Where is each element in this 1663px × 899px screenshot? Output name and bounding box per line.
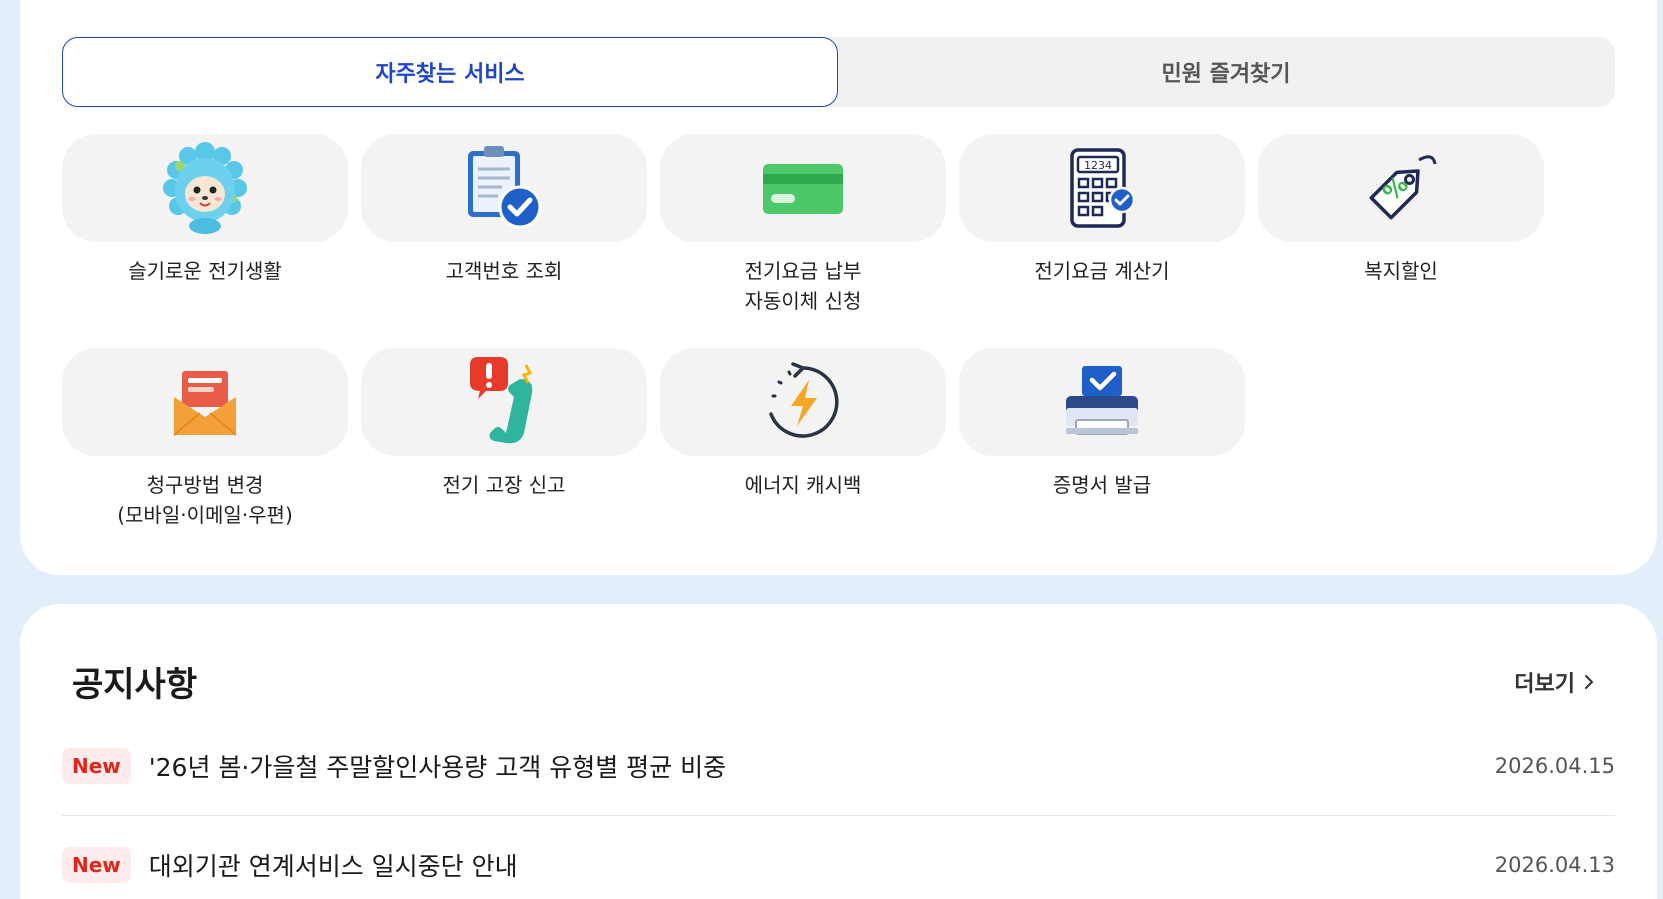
- envelope-icon: [173, 371, 237, 436]
- service-label: 에너지 캐시백: [744, 473, 862, 497]
- credit-card-icon: [763, 164, 843, 214]
- more-link[interactable]: 더보기: [1514, 666, 1595, 698]
- notice-item[interactable]: New 대외기관 연계서비스 일시중단 안내 2026.04.13: [62, 840, 1615, 890]
- service-label: 전기 고장 신고: [442, 473, 566, 497]
- calculator-icon: 1234: [1070, 148, 1136, 228]
- service-welfare-discount[interactable]: % 복지할인: [1258, 134, 1544, 286]
- service-label: 슬기로운 전기생활: [128, 259, 282, 283]
- discount-tag-icon: %: [1369, 155, 1437, 220]
- phone-alert-icon: [470, 357, 533, 444]
- service-tabs: 자주찾는 서비스 민원 즐겨찾기: [62, 37, 1615, 107]
- new-badge: New: [62, 847, 131, 883]
- service-label: 전기요금 계산기: [1034, 259, 1170, 283]
- service-label: 청구방법 변경 (모바일·이메일·우편): [117, 473, 293, 527]
- service-label: 증명서 발급: [1052, 473, 1152, 497]
- notice-item-date: 2026.04.15: [1494, 754, 1615, 778]
- clipboard-check-icon: [468, 146, 542, 229]
- service-label: 고객번호 조회: [445, 259, 563, 283]
- tab-frequent-services[interactable]: 자주찾는 서비스: [62, 37, 838, 107]
- service-smart-electric-life[interactable]: 슬기로운 전기생활: [62, 134, 348, 286]
- notice-item-title: '26년 봄·가을철 주말할인사용량 고객 유형별 평균 비중: [148, 753, 727, 782]
- hedgehog-mascot-icon: [163, 142, 247, 234]
- svg-text:1234: 1234: [1084, 159, 1112, 172]
- service-customer-number-lookup[interactable]: 고객번호 조회: [361, 134, 647, 286]
- service-label: 복지할인: [1364, 259, 1438, 283]
- service-energy-cashback[interactable]: 에너지 캐시백: [660, 348, 946, 500]
- notice-item-date: 2026.04.13: [1494, 853, 1615, 877]
- tab-favorite-complaints[interactable]: 민원 즐겨찾기: [838, 37, 1614, 107]
- service-bill-calculator[interactable]: 1234 전기요금 계산기: [959, 134, 1245, 286]
- new-badge: New: [62, 748, 131, 784]
- service-auto-payment[interactable]: 전기요금 납부 자동이체 신청: [660, 134, 946, 316]
- more-label: 더보기: [1514, 672, 1575, 697]
- notice-item[interactable]: New '26년 봄·가을철 주말할인사용량 고객 유형별 평균 비중 2026…: [62, 741, 1615, 791]
- service-billing-method-change[interactable]: 청구방법 변경 (모바일·이메일·우편): [62, 348, 348, 530]
- service-label: 전기요금 납부 자동이체 신청: [744, 259, 862, 313]
- energy-cashback-icon: [769, 362, 839, 438]
- notice-title: 공지사항: [72, 665, 198, 705]
- service-certificate-issue[interactable]: 증명서 발급: [959, 348, 1245, 500]
- printer-check-icon: [1066, 366, 1138, 435]
- notice-item-title: 대외기관 연계서비스 일시중단 안내: [148, 852, 518, 881]
- divider: [62, 815, 1615, 816]
- service-outage-report[interactable]: 전기 고장 신고: [361, 348, 647, 500]
- chevron-right-icon: [1585, 675, 1594, 689]
